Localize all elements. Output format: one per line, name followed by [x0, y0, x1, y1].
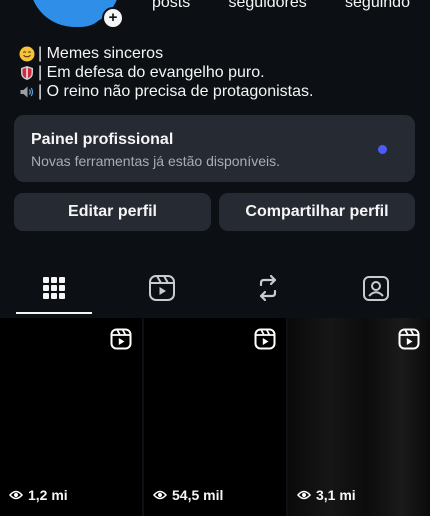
bio-line: | O reino não precisa de protagonistas. — [19, 82, 313, 101]
eye-icon — [297, 490, 311, 500]
professional-dashboard-card[interactable]: Painel profissional Novas ferramentas já… — [14, 115, 415, 182]
reels-grid: 1,2 mi 54,5 mil 3,1 mi — [0, 318, 430, 516]
bio-line: | Em defesa do evangelho puro. — [19, 63, 313, 82]
smile-emoji-icon — [19, 46, 35, 61]
profile-stats: posts seguidores seguindo — [152, 0, 410, 12]
bio-text: | Memes sinceros — [38, 45, 164, 62]
view-count-text: 1,2 mi — [28, 487, 68, 503]
bio-line: | Memes sinceros — [19, 44, 313, 63]
bio-text: | Em defesa do evangelho puro. — [38, 64, 265, 81]
grid-item[interactable]: 54,5 mil — [144, 318, 286, 516]
shield-emoji-icon — [21, 65, 33, 80]
grid-item[interactable]: 1,2 mi — [0, 318, 142, 516]
view-count-text: 54,5 mil — [172, 487, 224, 503]
tagged-icon — [363, 276, 389, 301]
eye-icon — [9, 490, 23, 500]
view-count: 3,1 mi — [297, 487, 356, 503]
reels-icon — [149, 275, 175, 301]
following-label[interactable]: seguindo — [345, 0, 410, 12]
tab-reels[interactable] — [124, 262, 200, 314]
edit-profile-button[interactable]: Editar perfil — [14, 193, 211, 231]
bio: | Memes sinceros | Em defesa do evangelh… — [19, 44, 313, 101]
avatar[interactable]: + — [30, 0, 124, 30]
profile-tabs — [0, 262, 430, 316]
speaker-emoji-icon — [20, 86, 34, 97]
view-count: 54,5 mil — [153, 487, 223, 503]
active-tab-indicator — [16, 312, 92, 314]
panel-subtitle: Novas ferramentas já estão disponíveis. — [31, 153, 281, 169]
reel-badge-icon — [398, 328, 420, 350]
tab-grid[interactable] — [16, 262, 92, 314]
view-count-text: 3,1 mi — [316, 487, 356, 503]
bio-text: | O reino não precisa de protagonistas. — [38, 83, 314, 100]
eye-icon — [153, 490, 167, 500]
share-profile-button[interactable]: Compartilhar perfil — [219, 193, 415, 231]
view-count: 1,2 mi — [9, 487, 68, 503]
tab-tagged[interactable] — [338, 262, 414, 314]
notification-dot — [378, 145, 387, 154]
followers-label[interactable]: seguidores — [229, 0, 307, 12]
reel-badge-icon — [110, 328, 132, 350]
tab-reposts[interactable] — [230, 262, 306, 314]
add-story-icon[interactable]: + — [102, 7, 124, 29]
reel-badge-icon — [254, 328, 276, 350]
panel-title: Painel profissional — [31, 131, 174, 148]
grid-icon — [43, 277, 65, 299]
posts-label[interactable]: posts — [152, 0, 190, 12]
reposts-icon — [259, 274, 277, 302]
grid-item[interactable]: 3,1 mi — [288, 318, 430, 516]
